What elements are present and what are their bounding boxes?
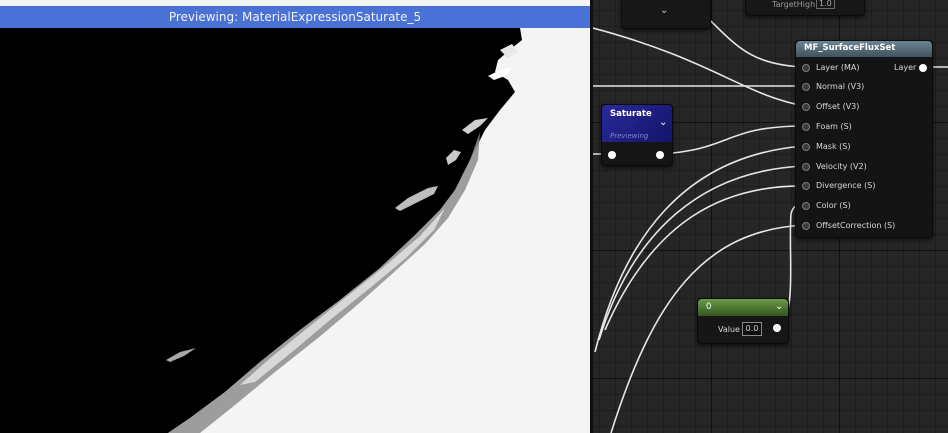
output-layer-label: Layer — [894, 63, 917, 72]
partial-node-top[interactable]: ⌄ — [621, 0, 711, 29]
input-label-foam: Foam (S) — [816, 122, 852, 131]
material-graph-canvas[interactable]: ⌄ TargetHigh 1.0 MF_SurfaceFluxSet Layer… — [593, 0, 948, 433]
value-input[interactable]: 0.0 — [742, 322, 762, 336]
chevron-down-icon[interactable]: ⌄ — [659, 117, 667, 128]
input-pin-offset[interactable] — [802, 103, 810, 111]
chevron-down-icon[interactable]: ⌄ — [660, 5, 668, 16]
constant-node[interactable]: 0 ⌄ Value 0.0 — [697, 298, 789, 344]
input-pin[interactable] — [608, 151, 616, 159]
saturate-node[interactable]: Saturate Previewing ⌄ — [601, 104, 673, 166]
input-label-color: Color (S) — [816, 201, 851, 210]
output-layer-pin[interactable] — [919, 64, 927, 72]
input-label-normal: Normal (V3) — [816, 82, 865, 91]
input-label-offset-correction: OffsetCorrection (S) — [816, 221, 896, 230]
material-preview-viewport[interactable]: Previewing: MaterialExpressionSaturate_5 — [0, 0, 590, 433]
partial-node-target-high[interactable]: TargetHigh 1.0 — [745, 0, 865, 16]
saturate-preview-image — [0, 0, 590, 433]
node-title: Saturate — [610, 109, 652, 119]
node-title: 0 — [706, 302, 712, 312]
mf-surface-flux-set-node[interactable]: MF_SurfaceFluxSet Layer Layer (MA) Norma… — [795, 40, 933, 238]
preview-banner: Previewing: MaterialExpressionSaturate_5 — [0, 6, 590, 28]
node-previewing-label: Previewing — [610, 132, 649, 140]
input-pin-foam[interactable] — [802, 123, 810, 131]
input-pin-mask[interactable] — [802, 143, 810, 151]
input-pin-divergence[interactable] — [802, 182, 810, 190]
input-pin-layer[interactable] — [802, 64, 810, 72]
input-label-divergence: Divergence (S) — [816, 181, 876, 190]
input-label-mask: Mask (S) — [816, 142, 851, 151]
input-label-offset: Offset (V3) — [816, 102, 860, 111]
input-pin-offset-correction[interactable] — [802, 222, 810, 230]
target-high-value[interactable]: 1.0 — [816, 0, 835, 9]
input-label-velocity: Velocity (V2) — [816, 162, 867, 171]
output-pin[interactable] — [656, 151, 664, 159]
input-label-layer: Layer (MA) — [816, 63, 860, 72]
output-pin[interactable] — [773, 324, 781, 332]
node-title: MF_SurfaceFluxSet — [804, 43, 896, 53]
value-label: Value — [718, 325, 740, 334]
input-pin-color[interactable] — [802, 202, 810, 210]
target-high-label: TargetHigh — [772, 0, 816, 9]
input-pin-normal[interactable] — [802, 83, 810, 91]
input-pin-velocity[interactable] — [802, 163, 810, 171]
chevron-down-icon[interactable]: ⌄ — [775, 301, 783, 312]
